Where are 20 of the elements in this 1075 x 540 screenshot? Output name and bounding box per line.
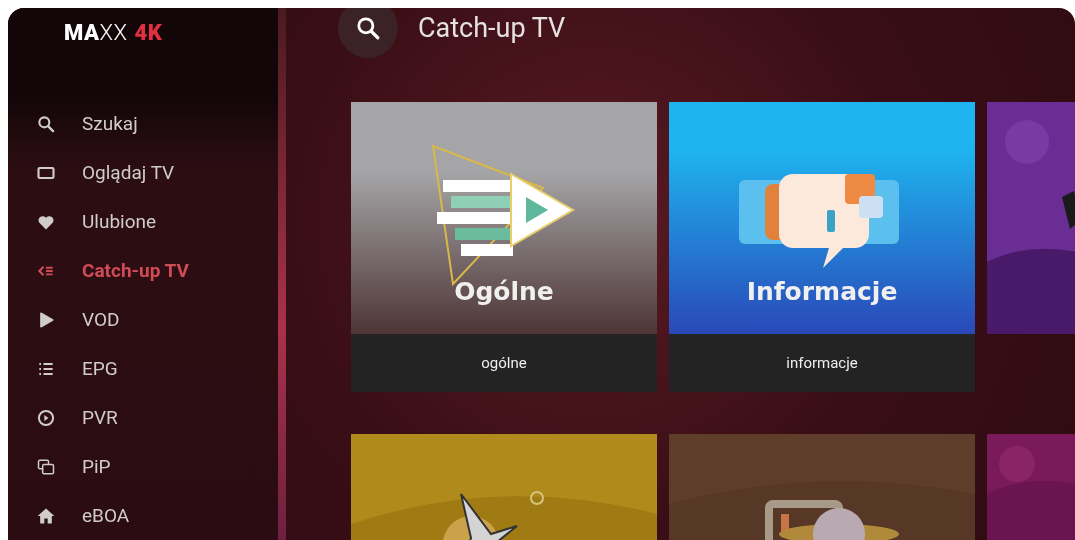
logo-text: 4K (134, 20, 163, 47)
search-icon (36, 113, 56, 134)
menu-item[interactable]: PVR (8, 393, 278, 442)
tile-title: Ogólne (454, 277, 554, 306)
card-caption: informacje (669, 334, 975, 392)
menu-item[interactable]: eBOA (8, 491, 278, 540)
menu-item[interactable]: EPG (8, 344, 278, 393)
play-circle-icon (36, 407, 56, 428)
search-button[interactable] (338, 8, 398, 58)
logo-text: MAXX (64, 20, 128, 47)
tile-title: Informacje (746, 277, 898, 306)
card-caption: ogólne (351, 334, 657, 392)
menu-item[interactable]: Oglądaj TV (8, 148, 278, 197)
menu-item[interactable]: VOD (8, 295, 278, 344)
page-title: Catch-up TV (418, 11, 566, 45)
menu-item[interactable]: Catch-up TV (8, 246, 278, 295)
menu-item[interactable]: PiP (8, 442, 278, 491)
search-icon (355, 15, 381, 41)
menu-item[interactable]: Ulubione (8, 197, 278, 246)
menu-item[interactable]: Szukaj (8, 99, 278, 148)
